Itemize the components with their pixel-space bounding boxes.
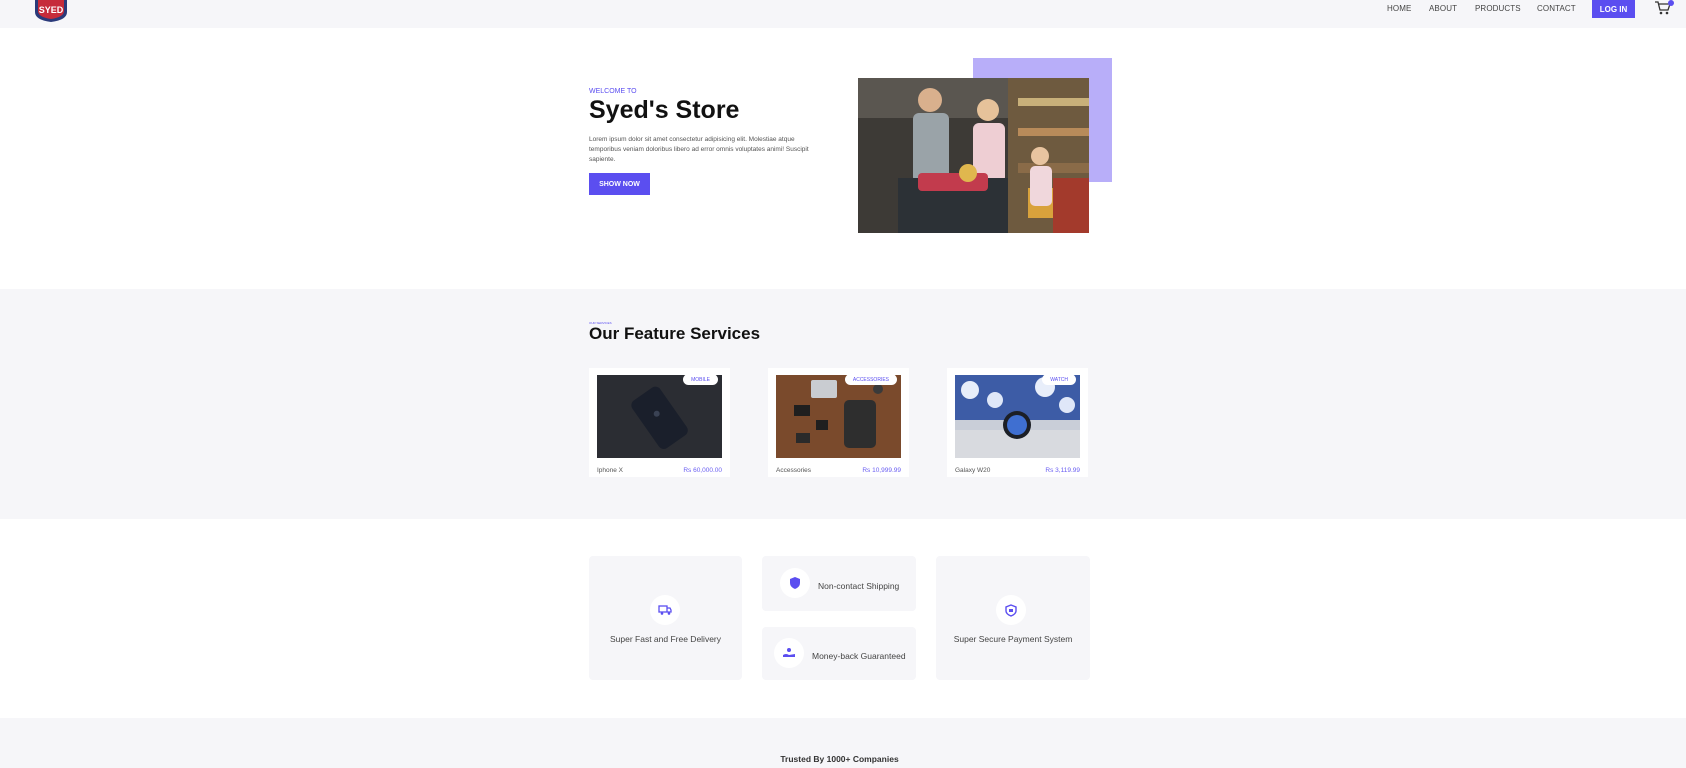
show-now-button[interactable]: SHOW NOW: [589, 173, 650, 195]
product-name: Accessories: [776, 467, 812, 474]
login-button[interactable]: LOG IN: [1592, 0, 1635, 18]
category-badge: MOBILE: [683, 374, 718, 385]
accessories-image: [776, 375, 901, 458]
nav-about-link[interactable]: ABOUT: [1429, 4, 1457, 13]
feature-secure-payment: Super Secure Payment System: [936, 556, 1090, 680]
product-name: Galaxy W20: [955, 467, 991, 474]
cart-icon[interactable]: [1654, 0, 1676, 16]
feature-non-contact-shipping: Non-contact Shipping: [762, 556, 916, 611]
hero-family-shopping-image: [858, 78, 1089, 233]
trusted-heading: Trusted By 1000+ Companies: [780, 754, 899, 764]
feature-label: Non-contact Shipping: [818, 581, 900, 591]
product-card-iphone[interactable]: MOBILE Iphone X Rs 60,000.00: [589, 368, 730, 477]
product-name: Iphone X: [597, 467, 624, 474]
svg-text:SYED: SYED: [39, 5, 64, 15]
nav-home-link[interactable]: HOME: [1387, 4, 1411, 13]
services-title: Our Feature Services: [589, 324, 761, 343]
welcome-label: WELCOME TO: [589, 88, 637, 95]
hero-description: Lorem ipsum dolor sit amet consectetur a…: [589, 136, 809, 163]
product-price: Rs 60,000.00: [683, 467, 722, 474]
feature-money-back: Money-back Guaranteed: [762, 627, 916, 680]
feature-label: Super Fast and Free Delivery: [609, 634, 722, 644]
category-badge: WATCH: [1042, 374, 1076, 385]
feature-label: Super Secure Payment System: [953, 634, 1073, 644]
delivery-truck-icon: [650, 595, 680, 625]
money-hand-icon: [774, 638, 804, 668]
feature-fast-delivery: Super Fast and Free Delivery: [589, 556, 742, 680]
secure-payment-icon: [996, 595, 1026, 625]
product-card-accessories[interactable]: ACCESSORIES Accessories Rs 10,999.99: [768, 368, 909, 477]
watch-image: [955, 375, 1080, 458]
nav-contact-link[interactable]: CONTACT: [1537, 4, 1576, 13]
feature-label: Money-back Guaranteed: [812, 651, 906, 661]
hero-title: Syed's Store: [589, 96, 740, 124]
shield-icon: [780, 568, 810, 598]
category-badge: ACCESSORIES: [844, 374, 897, 385]
product-price: Rs 10,999.99: [862, 467, 901, 474]
product-price: Rs 3,119.99: [1045, 467, 1080, 474]
product-card-watch[interactable]: WATCH Galaxy W20 Rs 3,119.99: [947, 368, 1088, 477]
store-logo[interactable]: SYED: [32, 0, 70, 22]
iphone-image: [597, 375, 722, 458]
nav-products-link[interactable]: PRODUCTS: [1475, 4, 1521, 13]
